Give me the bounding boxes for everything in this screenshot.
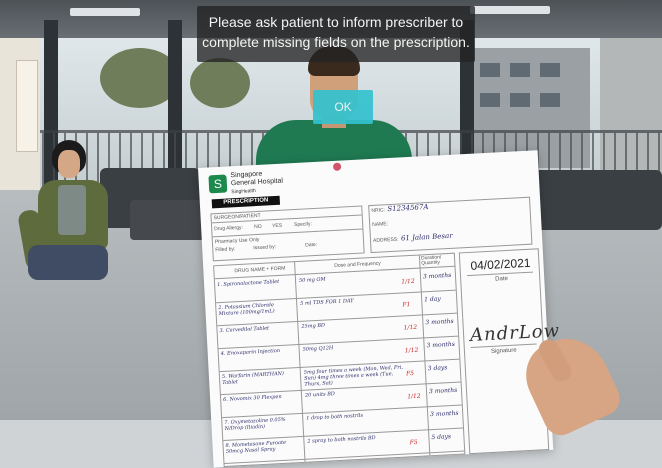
drug-allergy-label: Drug Allergy: — [214, 224, 243, 233]
medication-drug: 5. Warfarin (MARTHAN) Tablet — [221, 370, 285, 387]
medication-drug: 7. Oxymetazoline 0.05% N/Drop (Iliadin) — [224, 416, 286, 432]
medication-flag: 1/12 — [407, 392, 421, 401]
allergy-no-option[interactable]: NO — [254, 224, 262, 230]
medication-dose: 5 ml TDS FOR 1 DAY — [300, 298, 354, 307]
issued-by-label: Issued by: — [253, 244, 277, 252]
medication-table: DRUG NAME + FORM Dose and Frequency Dura… — [213, 252, 466, 468]
medication-flag: F1 — [402, 301, 411, 309]
pharmacy-use-label: Pharmacy Use Only — [214, 236, 260, 246]
ceiling-light — [470, 6, 550, 14]
instruction-dialog: Please ask patient to inform prescriber … — [197, 6, 475, 62]
name-label: NAME: — [372, 221, 389, 228]
medication-drug: 2. Potassium Chloride Mixture (100mg/1mL… — [218, 302, 275, 318]
medication-drug: 6. Novomix 30 Flexpen — [223, 393, 282, 403]
medication-flag: 1/12 — [403, 323, 418, 332]
signature-caption: Signature — [490, 347, 517, 355]
dialog-message: Please ask patient to inform prescriber … — [197, 12, 475, 52]
dialog-message-line2: complete missing fields on the prescript… — [202, 34, 470, 50]
medication-dose: 25mg BD — [301, 322, 326, 330]
nric-label: NRIC: — [371, 207, 386, 214]
date-caption: Date — [495, 275, 509, 283]
address-label: ADDRESS: — [372, 236, 399, 244]
ceiling-light — [70, 8, 140, 16]
medication-duration: 1 day — [424, 295, 441, 304]
patient-info-box: SURGEON/PATIENT Drug Allergy: NO YES Spe… — [210, 205, 365, 262]
medication-duration: 3 months — [426, 340, 456, 350]
hospital-line3: SingHealth — [231, 188, 256, 196]
medication-drug: 4. Enoxaparin Injection — [220, 347, 281, 358]
pin-marker — [332, 162, 342, 171]
medication-drug: 3. Carvedilol Tablet — [219, 325, 270, 335]
medication-duration: 3 months — [425, 317, 454, 327]
medication-dose: 50mg Q12H — [302, 345, 334, 353]
medication-dose: 5mg four times a week (Mon, Wed, Fri, Su… — [303, 364, 404, 388]
patient-details-box: NRIC: S1234567A NAME: ADDRESS: 61 Jalan … — [368, 196, 533, 254]
bench-seat — [130, 200, 210, 240]
tree — [190, 58, 250, 108]
medication-drug: 8. Mometasone Furoate 50mcg Nasal Spray — [225, 439, 287, 455]
medication-duration: 3 days — [427, 364, 448, 373]
medication-flag: 1/12 — [404, 346, 419, 355]
medication-flag: F5 — [409, 438, 418, 447]
patient-character — [16, 140, 140, 300]
address-value: 61 Jalan Besar — [400, 231, 453, 243]
medication-duration: 5 days — [431, 433, 452, 442]
filled-by-label: Filled by: — [215, 246, 236, 254]
hospital-logo-icon: S — [208, 174, 228, 194]
pharmacy-date-label: Date: — [305, 241, 318, 249]
dialog-message-line1: Please ask patient to inform prescriber … — [208, 14, 464, 30]
prescription-title: PRESCRIPTION — [211, 195, 281, 209]
column-drug-header: DRUG NAME + FORM — [234, 265, 286, 275]
column-duration-header: Duration/ Quantity — [420, 254, 442, 267]
allergy-yes-option[interactable]: YES — [272, 223, 282, 230]
nric-value: S1234567A — [387, 203, 429, 214]
medication-flag: F5 — [405, 369, 415, 378]
date-value: 04/02/2021 — [470, 255, 531, 273]
medication-duration: 3 months — [428, 386, 458, 396]
medication-flag: 1/12 — [401, 277, 415, 286]
specify-label: Specify: — [293, 221, 313, 229]
medication-dose: 2 spray to both nostrils BD — [307, 435, 376, 445]
column-dose-header: Dose and Frequency — [334, 260, 381, 269]
medication-dose: 20 units BD — [304, 391, 336, 399]
medication-drug: 1. Spironolactone Tablet — [217, 278, 280, 289]
medication-duration: 3 months — [430, 409, 459, 419]
hospital-name: Singapore General Hospital SingHealth — [230, 170, 283, 197]
wall-sign — [16, 60, 38, 152]
medication-dose: 50 mg OM — [298, 276, 326, 284]
ok-button[interactable]: OK — [313, 90, 373, 124]
medication-duration: 3 months — [422, 271, 452, 281]
